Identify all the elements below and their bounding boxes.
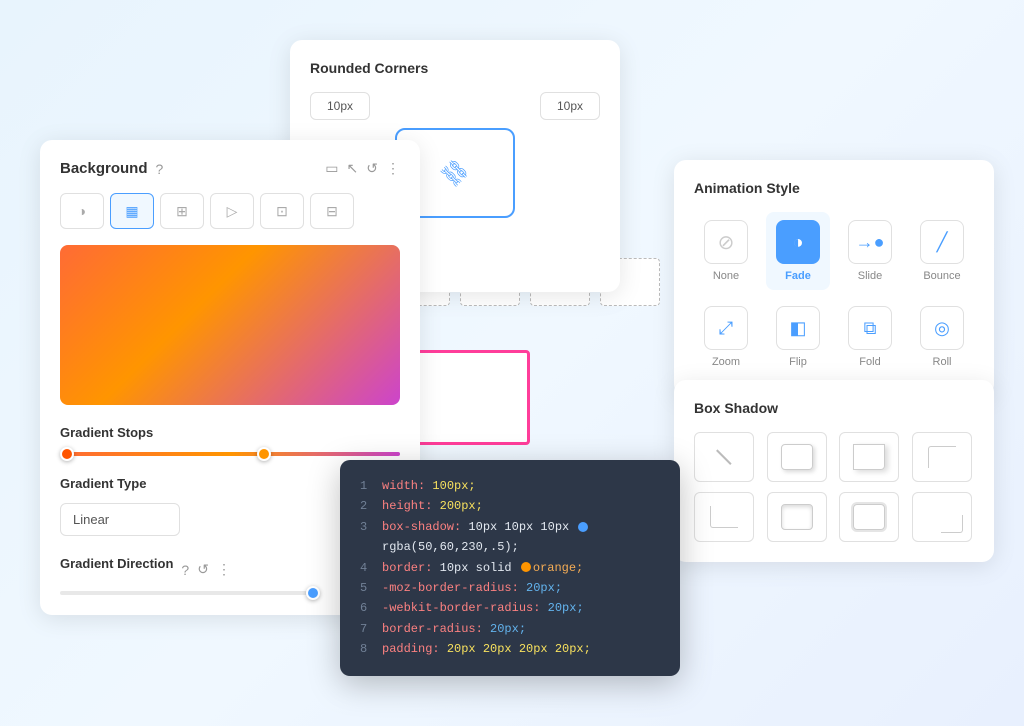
shadow-tl-preview (710, 506, 738, 528)
code-line-2: 2 height: 200px; (360, 496, 660, 516)
shadow-none[interactable] (694, 432, 754, 482)
shadow-inset-preview (781, 504, 813, 530)
shadow-lg[interactable] (912, 432, 972, 482)
mobile-icon[interactable]: ▭ (325, 160, 338, 177)
anim-fade-icon: ◑ (776, 220, 820, 264)
shadow-md[interactable] (839, 432, 899, 482)
anim-fold-icon: ⧉ (848, 306, 892, 350)
gradient-preview (60, 245, 400, 405)
undo-icon[interactable]: ↺ (366, 160, 378, 177)
rounded-corners-title: Rounded Corners (310, 60, 600, 76)
anim-slide[interactable]: →● Slide (838, 212, 902, 290)
shadow-inset[interactable] (767, 492, 827, 542)
code-line-3: 3 box-shadow: 10px 10px 10px rgba(50,60,… (360, 517, 660, 558)
shadow-outline[interactable] (839, 492, 899, 542)
shadow-md-preview (853, 444, 885, 470)
anim-roll-label: Roll (933, 356, 952, 368)
code-line-7: 7 border-radius: 20px; (360, 619, 660, 639)
bg-type-buttons: ◑ ▦ ⊞ ▷ ⊡ ⊟ (60, 193, 400, 229)
gradient-direction-label: Gradient Direction (60, 556, 173, 571)
link-chain-icon: ⛓ (436, 154, 474, 192)
code-line-4: 4 border: 10px solid orange; (360, 558, 660, 578)
animation-style-title: Animation Style (694, 180, 974, 196)
code-line-1: 1 width: 100px; (360, 476, 660, 496)
anim-bounce-label: Bounce (923, 270, 960, 282)
bg-type-image[interactable]: ⊞ (160, 193, 204, 229)
anim-flip-icon: ◧ (776, 306, 820, 350)
anim-zoom-label: Zoom (712, 356, 740, 368)
anim-bounce-icon: ╱ (920, 220, 964, 264)
stop-handle-right[interactable] (257, 447, 271, 461)
direction-handle[interactable] (306, 586, 320, 600)
dir-help-icon[interactable]: ? (181, 562, 189, 578)
anim-none-icon: ⊘ (704, 220, 748, 264)
shadow-sm-preview (781, 444, 813, 470)
bg-type-video[interactable]: ▷ (210, 193, 254, 229)
anim-none[interactable]: ⊘ None (694, 212, 758, 290)
code-panel: 1 width: 100px; 2 height: 200px; 3 box-s… (340, 460, 680, 676)
anim-zoom[interactable]: ⤢ Zoom (694, 298, 758, 376)
anim-flip[interactable]: ◧ Flip (766, 298, 830, 376)
anim-zoom-icon: ⤢ (704, 306, 748, 350)
corner-top-right[interactable] (540, 92, 600, 120)
cursor-icon[interactable]: ↖ (347, 160, 359, 177)
bg-type-color[interactable]: ◑ (60, 193, 104, 229)
gradient-stops-label: Gradient Stops (60, 425, 400, 440)
animation-style-panel: Animation Style ⊘ None ◑ Fade →● Slide ╱… (674, 160, 994, 396)
direction-track (60, 591, 320, 595)
dir-more-icon[interactable]: ⋮ (217, 561, 231, 578)
bg-type-gradient[interactable]: ▦ (110, 193, 154, 229)
shadow-grid (694, 432, 974, 542)
anim-bounce[interactable]: ╱ Bounce (910, 212, 974, 290)
anim-none-label: None (713, 270, 739, 282)
help-icon[interactable]: ? (156, 161, 164, 177)
gradient-stops-section: Gradient Stops (60, 425, 400, 456)
bg-type-overlay[interactable]: ⊟ (310, 193, 354, 229)
shadow-corner-preview (941, 515, 963, 533)
anim-fade-label: Fade (785, 270, 811, 282)
box-shadow-title: Box Shadow (694, 400, 974, 416)
code-line-8: 8 padding: 20px 20px 20px 20px; (360, 639, 660, 659)
anim-roll-icon: ◎ (920, 306, 964, 350)
code-line-6: 6 -webkit-border-radius: 20px; (360, 598, 660, 618)
dir-undo-icon[interactable]: ↺ (197, 561, 209, 578)
shadow-lg-preview (928, 446, 956, 468)
gradient-type-input[interactable] (60, 503, 180, 536)
background-title: Background (60, 160, 148, 177)
more-icon[interactable]: ⋮ (386, 160, 400, 177)
shadow-outline-preview (853, 504, 885, 530)
anim-fade[interactable]: ◑ Fade (766, 212, 830, 290)
bg-type-pattern[interactable]: ⊡ (260, 193, 304, 229)
anim-fold[interactable]: ⧉ Fold (838, 298, 902, 376)
code-line-5: 5 -moz-border-radius: 20px; (360, 578, 660, 598)
anim-slide-label: Slide (858, 270, 882, 282)
animation-grid: ⊘ None ◑ Fade →● Slide ╱ Bounce ⤢ (694, 212, 974, 376)
stop-handle-left[interactable] (60, 447, 74, 461)
corner-top-left[interactable] (310, 92, 370, 120)
box-shadow-panel: Box Shadow (674, 380, 994, 562)
shadow-corner[interactable] (912, 492, 972, 542)
anim-roll[interactable]: ◎ Roll (910, 298, 974, 376)
anim-fold-label: Fold (859, 356, 880, 368)
stops-track (60, 452, 400, 456)
shadow-tl[interactable] (694, 492, 754, 542)
shadow-sm[interactable] (767, 432, 827, 482)
anim-slide-icon: →● (848, 220, 892, 264)
anim-flip-label: Flip (789, 356, 807, 368)
